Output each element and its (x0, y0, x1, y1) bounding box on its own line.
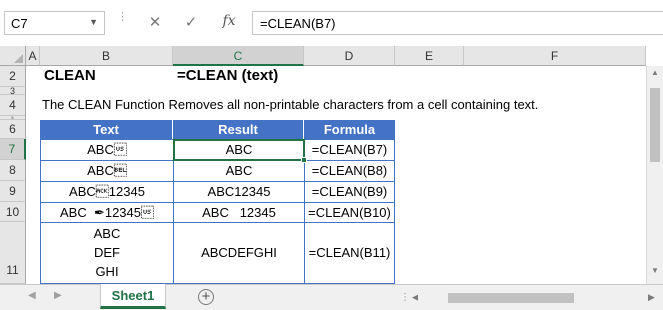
formula-input[interactable]: =CLEAN(B7) (252, 11, 663, 35)
table-cell-text-multiline[interactable]: ABC DEF GHI (40, 222, 174, 284)
formula-bar-buttons: ✕ ✓ fx (136, 11, 252, 35)
sheet-tab-sheet1[interactable]: Sheet1 (100, 284, 166, 309)
scroll-down-icon[interactable]: ▼ (647, 266, 663, 282)
tab-split-icon[interactable]: ⋮ (400, 292, 410, 303)
row-header-4[interactable]: 4 (0, 95, 26, 116)
row-header-10[interactable]: 10 (0, 202, 26, 222)
column-header-a[interactable]: A (26, 46, 40, 66)
row-header-7[interactable]: 7 (0, 139, 26, 160)
table-cell-text[interactable]: ABC12345 (40, 181, 174, 203)
row-header-8[interactable]: 8 (0, 160, 26, 181)
name-box[interactable]: C7 ▼ (4, 11, 105, 35)
table-cell-result[interactable]: ABC (173, 160, 305, 182)
column-header-e[interactable]: E (395, 46, 464, 66)
row-header-9[interactable]: 9 (0, 181, 26, 202)
table-header-formula: Formula (304, 120, 395, 139)
select-all-corner[interactable] (0, 46, 26, 66)
table-cell-formula[interactable]: =CLEAN(B11) (304, 222, 395, 284)
table-cell-formula[interactable]: =CLEAN(B10) (304, 202, 395, 223)
column-header-c[interactable]: C (173, 46, 304, 66)
add-sheet-icon[interactable]: + (198, 289, 214, 305)
table-cell-text[interactable]: ABC (40, 160, 174, 182)
table-cell-formula[interactable]: =CLEAN(B9) (304, 181, 395, 203)
formula-bar-grip-icon[interactable]: ⋮ (117, 12, 128, 32)
row-header-2[interactable]: 2 (0, 66, 26, 87)
text-line: GHI (95, 264, 119, 279)
row-header-6[interactable]: 6 (0, 120, 26, 139)
column-header-f[interactable]: F (464, 46, 646, 66)
function-syntax: =CLEAN (text) (177, 67, 279, 84)
table-cell-text[interactable]: ABC (40, 139, 174, 161)
next-sheet-icon[interactable]: ▶ (54, 290, 62, 301)
table-header-text: Text (40, 120, 173, 139)
insert-function-icon[interactable]: fx (218, 13, 240, 33)
column-header-b[interactable]: B (40, 46, 173, 66)
vertical-scroll-thumb[interactable] (650, 88, 660, 162)
chevron-down-icon[interactable]: ▼ (89, 17, 98, 27)
scroll-right-icon[interactable]: ▶ (648, 292, 655, 303)
table-cell-formula[interactable]: =CLEAN(B7) (304, 139, 395, 161)
table-header-result: Result (173, 120, 304, 139)
table-cell-result[interactable]: ABCDEFGHI (173, 222, 305, 284)
horizontal-scrollbar[interactable]: ⋮ ◀ ▶ (400, 290, 663, 306)
horizontal-scroll-track[interactable] (418, 290, 646, 306)
table-cell-text[interactable]: ABC ✒12345 (40, 202, 174, 223)
active-cell-border[interactable] (173, 139, 305, 161)
function-description: The CLEAN Function Removes all non-print… (42, 97, 539, 112)
formula-bar: C7 ▼ ⋮ ✕ ✓ fx =CLEAN(B7) (0, 0, 663, 46)
fill-handle[interactable] (301, 157, 307, 163)
scroll-up-icon[interactable]: ▲ (647, 68, 663, 84)
text-line: ABC (93, 226, 121, 241)
table-cell-result[interactable]: ABC 12345 (173, 202, 305, 223)
vertical-scrollbar[interactable]: ▲ ▼ (646, 66, 663, 284)
worksheet-grid[interactable]: A B C D E F 2 3 4 5 6 7 8 9 10 11 CLEAN … (0, 46, 663, 284)
function-title: CLEAN (44, 67, 96, 84)
table-cell-formula[interactable]: =CLEAN(B8) (304, 160, 395, 182)
text-line: DEF (94, 245, 120, 260)
previous-sheet-icon[interactable]: ◀ (28, 290, 36, 301)
table-cell-result[interactable]: ABC12345 (173, 181, 305, 203)
enter-icon[interactable]: ✓ (180, 13, 202, 33)
formula-text: =CLEAN(B7) (260, 16, 336, 31)
cancel-icon[interactable]: ✕ (144, 13, 166, 33)
column-header-d[interactable]: D (304, 46, 395, 66)
sheet-tabs-bar: ◀ ▶ Sheet1 + ⋮ ◀ ▶ (0, 284, 663, 310)
name-box-value: C7 (11, 16, 28, 31)
row-header-11[interactable]: 11 (0, 222, 26, 284)
row-header-3[interactable]: 3 (0, 87, 26, 96)
horizontal-scroll-thumb[interactable] (448, 293, 574, 303)
